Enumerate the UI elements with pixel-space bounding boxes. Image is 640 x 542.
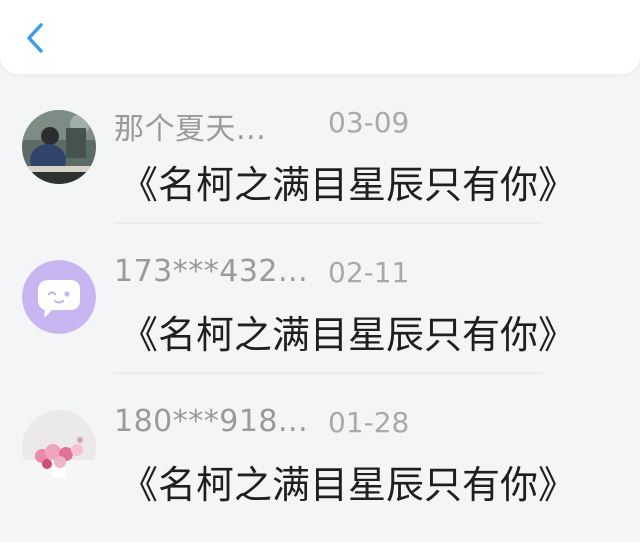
comment-date: 02-11 (328, 256, 410, 289)
list-item[interactable]: 那个夏天... 03-09 《名柯之满目星辰只有你》 (0, 92, 640, 242)
back-button[interactable] (18, 18, 52, 58)
comment-list: 那个夏天... 03-09 《名柯之满目星辰只有你》 173***432... … (0, 92, 640, 542)
avatar[interactable] (22, 110, 96, 184)
user-name[interactable]: 173***432... (114, 254, 308, 289)
book-title-link[interactable]: 《名柯之满目星辰只有你》 (120, 304, 576, 359)
list-item[interactable]: 173***432... 02-11 《名柯之满目星辰只有你》 (0, 242, 640, 392)
book-title-link[interactable]: 《名柯之满目星辰只有你》 (120, 154, 576, 209)
chevron-left-icon (27, 23, 43, 53)
book-title-link[interactable]: 《名柯之满目星辰只有你》 (120, 454, 576, 509)
divider (114, 222, 542, 224)
list-item[interactable]: 180***918... 01-28 《名柯之满目星辰只有你》 (0, 392, 640, 542)
user-name[interactable]: 180***918... (114, 404, 308, 439)
avatar[interactable] (22, 410, 96, 484)
divider (114, 372, 542, 374)
comment-date: 03-09 (328, 106, 410, 139)
user-name[interactable]: 那个夏天... (114, 104, 266, 148)
avatar[interactable] (22, 260, 96, 334)
comment-date: 01-28 (328, 406, 410, 439)
top-bar (0, 0, 640, 74)
